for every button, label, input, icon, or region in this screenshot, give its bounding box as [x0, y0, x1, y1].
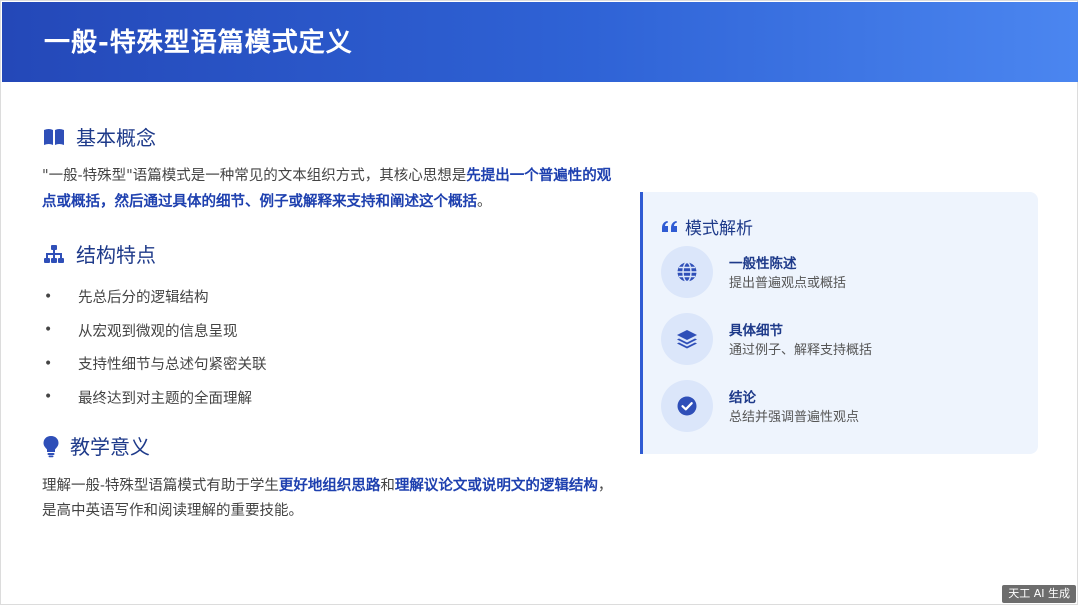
open-book-icon [42, 125, 66, 149]
ai-generated-badge: 天工 AI 生成 [1002, 585, 1076, 603]
teaching-text-pre: 理解一般-特殊型语篇模式有助于学生 [42, 478, 279, 494]
bullet-marker: • [44, 389, 53, 406]
list-item: • 先总后分的逻辑结构 [42, 280, 602, 314]
list-item-label: 从宏观到微观的信息呈现 [78, 323, 238, 340]
concept-text-post: 。 [477, 194, 492, 210]
structure-list: • 先总后分的逻辑结构 • 从宏观到微观的信息呈现 • 支持性细节与总述句紧密关联 •… [42, 280, 602, 414]
layers-icon [661, 313, 713, 365]
concept-text-pre: "一般-特殊型"语篇模式是一种常见的文本组织方式，其核心思想是 [42, 168, 467, 184]
panel-item-specific-details: 具体细节 通过例子、解释支持概括 [661, 313, 1021, 369]
panel-item-conclusion: 结论 总结并强调普遍性观点 [661, 380, 1021, 436]
check-circle-icon [661, 380, 713, 432]
hierarchy-icon [42, 242, 66, 266]
panel-item-title: 结论 [729, 390, 756, 406]
structure-title: 结构特点 [76, 243, 156, 267]
teaching-text-highlight-2: 理解议论文或说明文的逻辑结构 [394, 477, 598, 494]
bullet-marker: • [44, 322, 53, 339]
pattern-analysis-panel: 模式解析 一般性陈述 提出普遍观点或概括 具体细节 通过例子、解释支持概括 结论… [640, 192, 1038, 454]
list-item-label: 支持性细节与总述句紧密关联 [78, 357, 267, 374]
list-item: • 支持性细节与总述句紧密关联 [42, 347, 602, 381]
concept-heading: 基本概念 [42, 122, 156, 151]
concept-title: 基本概念 [76, 126, 156, 150]
panel-item-desc: 提出普遍观点或概括 [729, 276, 847, 291]
teaching-paragraph: 理解一般-特殊型语篇模式有助于学生更好地组织思路和理解议论文或说明文的逻辑结构，… [42, 473, 622, 524]
list-item-label: 先总后分的逻辑结构 [78, 290, 209, 307]
bullet-marker: • [44, 288, 53, 305]
panel-heading: 模式解析 [661, 214, 753, 239]
panel-item-desc: 总结并强调普遍性观点 [729, 410, 860, 425]
list-item: • 从宏观到微观的信息呈现 [42, 314, 602, 348]
panel-item-general-statement: 一般性陈述 提出普遍观点或概括 [661, 246, 1021, 302]
list-item: • 最终达到对主题的全面理解 [42, 381, 602, 415]
panel-item-desc: 通过例子、解释支持概括 [729, 343, 873, 358]
list-item-label: 最终达到对主题的全面理解 [78, 390, 252, 407]
bullet-marker: • [44, 355, 53, 372]
lightbulb-icon [42, 434, 60, 458]
header-bar: 一般-特殊型语篇模式定义 [2, 2, 1078, 82]
teaching-title: 教学意义 [70, 435, 150, 459]
quote-icon [661, 220, 679, 234]
panel-title: 模式解析 [685, 219, 753, 239]
structure-heading: 结构特点 [42, 239, 156, 268]
teaching-text-mid: 和 [380, 478, 395, 494]
panel-item-title: 一般性陈述 [729, 256, 797, 272]
page-title: 一般-特殊型语篇模式定义 [44, 28, 353, 58]
teaching-heading: 教学意义 [42, 431, 150, 460]
panel-item-title: 具体细节 [729, 323, 783, 339]
globe-icon [661, 246, 713, 298]
concept-paragraph: "一般-特殊型"语篇模式是一种常见的文本组织方式，其核心思想是先提出一个普遍性的… [42, 163, 622, 215]
teaching-text-highlight-1: 更好地组织思路 [278, 477, 381, 494]
